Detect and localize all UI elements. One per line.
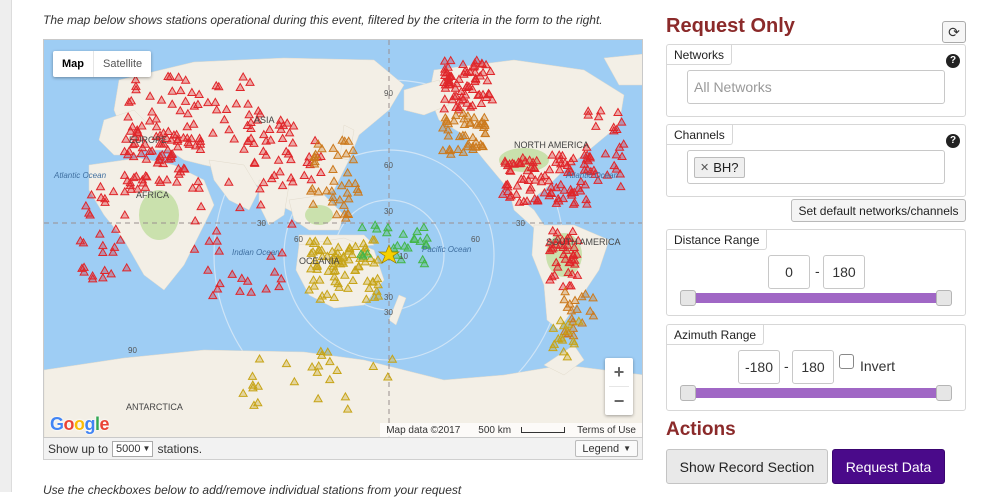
label-atlantic-ocean: Atlantic Ocean <box>53 171 107 180</box>
distance-range-tab: Distance Range <box>667 230 768 250</box>
zoom-control: + − <box>605 358 633 415</box>
label-antarctica: ANTARCTICA <box>126 402 183 412</box>
azimuth-min-input[interactable]: -180 <box>738 350 780 384</box>
grid-label: 10 <box>399 252 408 261</box>
label-indian-ocean: Indian Ocean <box>232 248 280 257</box>
remove-chip-icon[interactable]: ✕ <box>700 161 709 174</box>
caret-down-icon: ▼ <box>623 444 631 453</box>
networks-input[interactable]: All Networks <box>687 70 945 104</box>
scale-bar <box>521 426 566 433</box>
grid-label: 30 <box>516 219 525 228</box>
checkbox-instructions: Use the checkboxes below to add/remove i… <box>43 483 462 497</box>
map-canvas: ASIA EUROPE AFRICA OCEANIA NORTH AMERICA… <box>44 40 642 437</box>
channels-tab: Channels <box>667 125 733 145</box>
azimuth-range-tab: Azimuth Range <box>667 325 765 345</box>
channels-input[interactable]: ✕ BH? <box>687 150 945 184</box>
networks-help-icon[interactable]: ? <box>946 54 960 68</box>
refresh-icon: ⟳ <box>948 23 960 40</box>
set-default-networks-channels-button[interactable]: Set default networks/channels <box>791 199 966 222</box>
show-up-to-label: Show up to <box>48 441 109 456</box>
channels-help-icon[interactable]: ? <box>946 134 960 148</box>
label-pacific-ocean: Pacific Ocean <box>422 245 472 254</box>
scale-indicator[interactable]: 500 km <box>466 425 571 436</box>
station-map[interactable]: ASIA EUROPE AFRICA OCEANIA NORTH AMERICA… <box>43 39 643 438</box>
distance-min-input[interactable]: 0 <box>768 255 810 289</box>
networks-section: Networks ? All Networks <box>666 44 966 117</box>
invert-checkbox[interactable] <box>839 354 854 369</box>
grid-label: 30 <box>257 219 266 228</box>
request-only-heading: Request Only <box>666 15 795 37</box>
map-footer: Show up to 5000 ▼ stations. Legend ▼ <box>43 438 643 460</box>
station-limit-value: 5000 <box>116 442 141 455</box>
distance-max-input[interactable]: 180 <box>823 255 865 289</box>
station-limit-select[interactable]: 5000 ▼ <box>112 440 154 457</box>
grid-label: 60 <box>294 235 303 244</box>
invert-label[interactable]: Invert <box>860 358 895 374</box>
grid-label: 90 <box>128 346 137 355</box>
networks-placeholder: All Networks <box>694 79 772 95</box>
legend-button[interactable]: Legend ▼ <box>575 440 638 457</box>
map-data-credit: Map data ©2017 <box>386 424 461 436</box>
label-south-america: SOUTH AMERICA <box>546 237 621 247</box>
azimuth-range-section: Azimuth Range -180 - 180 Invert <box>666 324 966 411</box>
grid-label: 90 <box>384 89 393 98</box>
terms-of-use-link[interactable]: Terms of Use <box>571 425 642 436</box>
grid-label: 30 <box>384 293 393 302</box>
azimuth-min-handle[interactable] <box>680 385 696 401</box>
map-type-control: Map Satellite <box>53 51 152 77</box>
channel-chip: ✕ BH? <box>694 156 745 178</box>
dropdown-arrow-icon: ▼ <box>142 444 151 453</box>
grid-label: 30 <box>384 308 393 317</box>
grid-label: 60 <box>384 161 393 170</box>
map-attribution: Map data ©2017 500 km Terms of Use <box>380 423 642 437</box>
google-logo[interactable]: Google <box>50 414 110 435</box>
channels-section: Channels ? ✕ BH? <box>666 124 966 197</box>
distance-range-section: Distance Range 0 - 180 <box>666 229 966 316</box>
distance-min-handle[interactable] <box>680 290 696 306</box>
label-europe: EUROPE <box>129 135 167 145</box>
distance-max-handle[interactable] <box>936 290 952 306</box>
legend-label: Legend <box>582 442 620 455</box>
left-rail <box>0 0 12 492</box>
actions-heading: Actions <box>666 419 736 440</box>
distance-separator: - <box>815 263 820 279</box>
distance-range-slider[interactable] <box>687 293 947 303</box>
show-record-section-button[interactable]: Show Record Section <box>666 449 828 484</box>
map-intro-text: The map below shows stations operational… <box>43 13 603 27</box>
azimuth-separator: - <box>784 358 789 374</box>
azimuth-max-handle[interactable] <box>936 385 952 401</box>
scale-label: 500 km <box>478 424 512 436</box>
request-data-button[interactable]: Request Data <box>832 449 945 484</box>
map-type-satellite-button[interactable]: Satellite <box>93 51 151 77</box>
stations-suffix-label: stations. <box>157 441 203 456</box>
channel-chip-label: BH? <box>713 159 739 175</box>
refresh-button[interactable]: ⟳ <box>942 21 966 43</box>
zoom-in-button[interactable]: + <box>605 358 633 386</box>
azimuth-max-input[interactable]: 180 <box>792 350 834 384</box>
label-oceania: OCEANIA <box>299 256 340 266</box>
grid-label: 30 <box>384 207 393 216</box>
label-asia: ASIA <box>254 115 275 125</box>
label-atlantic-ocean-right: Atlantic Ocean <box>565 171 619 180</box>
grid-label: 60 <box>471 235 480 244</box>
map-type-map-button[interactable]: Map <box>53 51 93 77</box>
zoom-out-button[interactable]: − <box>605 387 633 415</box>
label-north-america: NORTH AMERICA <box>514 140 589 150</box>
networks-tab: Networks <box>667 45 733 65</box>
label-africa: AFRICA <box>136 190 169 200</box>
azimuth-range-slider[interactable] <box>687 388 947 398</box>
